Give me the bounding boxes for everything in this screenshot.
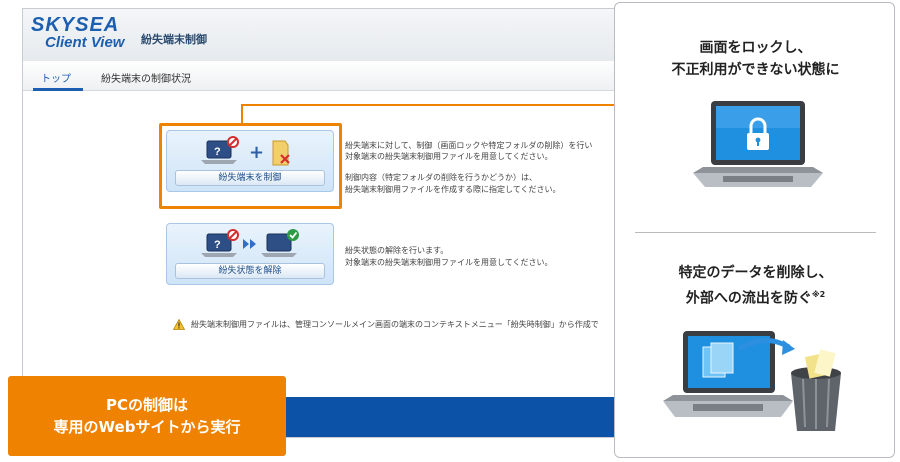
logo: SKYSEA Client View	[31, 15, 124, 51]
feature-divider	[635, 232, 876, 233]
callout-line-1: PCの制御は	[105, 396, 188, 414]
feature-lock-line-2: 不正利用ができない状態に	[671, 62, 840, 78]
feature-delete-line-1: 特定のデータを削除し、	[678, 265, 833, 281]
svg-text:?: ?	[214, 146, 221, 158]
logo-bottom-text: Client View	[45, 34, 125, 51]
description-line: 対象端末の紛失端末制御用ファイルを用意してください。	[345, 258, 553, 267]
release-lost-state-button[interactable]: ? 紛失状態を解除	[166, 223, 334, 285]
svg-text:+: +	[249, 142, 264, 163]
tab-bar: トップ 紛失端末の制御状況	[23, 61, 621, 91]
tab-control-status[interactable]: 紛失端末の制御状況	[101, 70, 191, 85]
feature-delete-line-2: 外部への流出を防ぐ	[685, 290, 812, 307]
warning-icon	[173, 319, 185, 330]
feature-heading-delete: 特定のデータを削除し、 外部への流出を防ぐ※2	[615, 262, 896, 310]
callout-line-2: 専用のWebサイトから実行	[53, 418, 241, 436]
callout-connector-vertical	[241, 104, 243, 124]
app-header: SKYSEA Client View 紛失端末制御	[23, 9, 621, 61]
warning-note: 紛失端末制御用ファイルは、管理コンソールメイン画面の端末のコンテキストメニュー「…	[173, 319, 599, 330]
control-lost-device-label: 紛失端末を制御	[175, 170, 325, 186]
description-line: 紛失状態の解除を行います。	[345, 246, 449, 255]
feature-heading-lock: 画面をロックし、 不正利用ができない状態に	[615, 37, 896, 81]
feature-lock-line-1: 画面をロックし、	[699, 40, 812, 56]
description-line: 紛失端末に対して、制御（画面ロックや特定フォルダの削除）を行い	[345, 141, 593, 150]
callout-box: PCの制御は 専用のWebサイトから実行	[8, 376, 286, 456]
logo-top-text: SKYSEA	[31, 14, 120, 36]
description-line: 紛失端末制御用ファイルを作成する際に指定してください。	[345, 185, 561, 194]
active-tab-indicator	[33, 88, 83, 91]
tab-top[interactable]: トップ	[41, 70, 71, 85]
footnote-marker: ※2	[811, 290, 826, 299]
warning-text: 紛失端末制御用ファイルは、管理コンソールメイン画面の端末のコンテキストメニュー「…	[191, 320, 599, 329]
control-lost-device-button[interactable]: ? + 紛失端末を制御	[166, 130, 334, 192]
laptop-lock-icon	[693, 101, 823, 187]
callout-connector	[241, 104, 621, 106]
laptop-release-icon: ?	[201, 229, 299, 257]
app-title: 紛失端末制御	[141, 33, 207, 46]
description-line: 対象端末の紛失端末制御用ファイルを用意してください。	[345, 152, 553, 161]
svg-text:?: ?	[214, 239, 221, 251]
laptop-plus-folder-icon: ? +	[201, 136, 290, 166]
description-line: 制御内容（特定フォルダの削除を行うかどうか）は、	[345, 173, 537, 182]
feature-panel: 画面をロックし、 不正利用ができない状態に 特定のデータを削除し、 外部への流出…	[614, 2, 895, 458]
app-window: SKYSEA Client View 紛失端末制御 トップ 紛失端末の制御状況 …	[22, 8, 622, 438]
release-lost-state-label: 紛失状態を解除	[175, 263, 325, 279]
laptop-trash-icon	[663, 331, 841, 431]
